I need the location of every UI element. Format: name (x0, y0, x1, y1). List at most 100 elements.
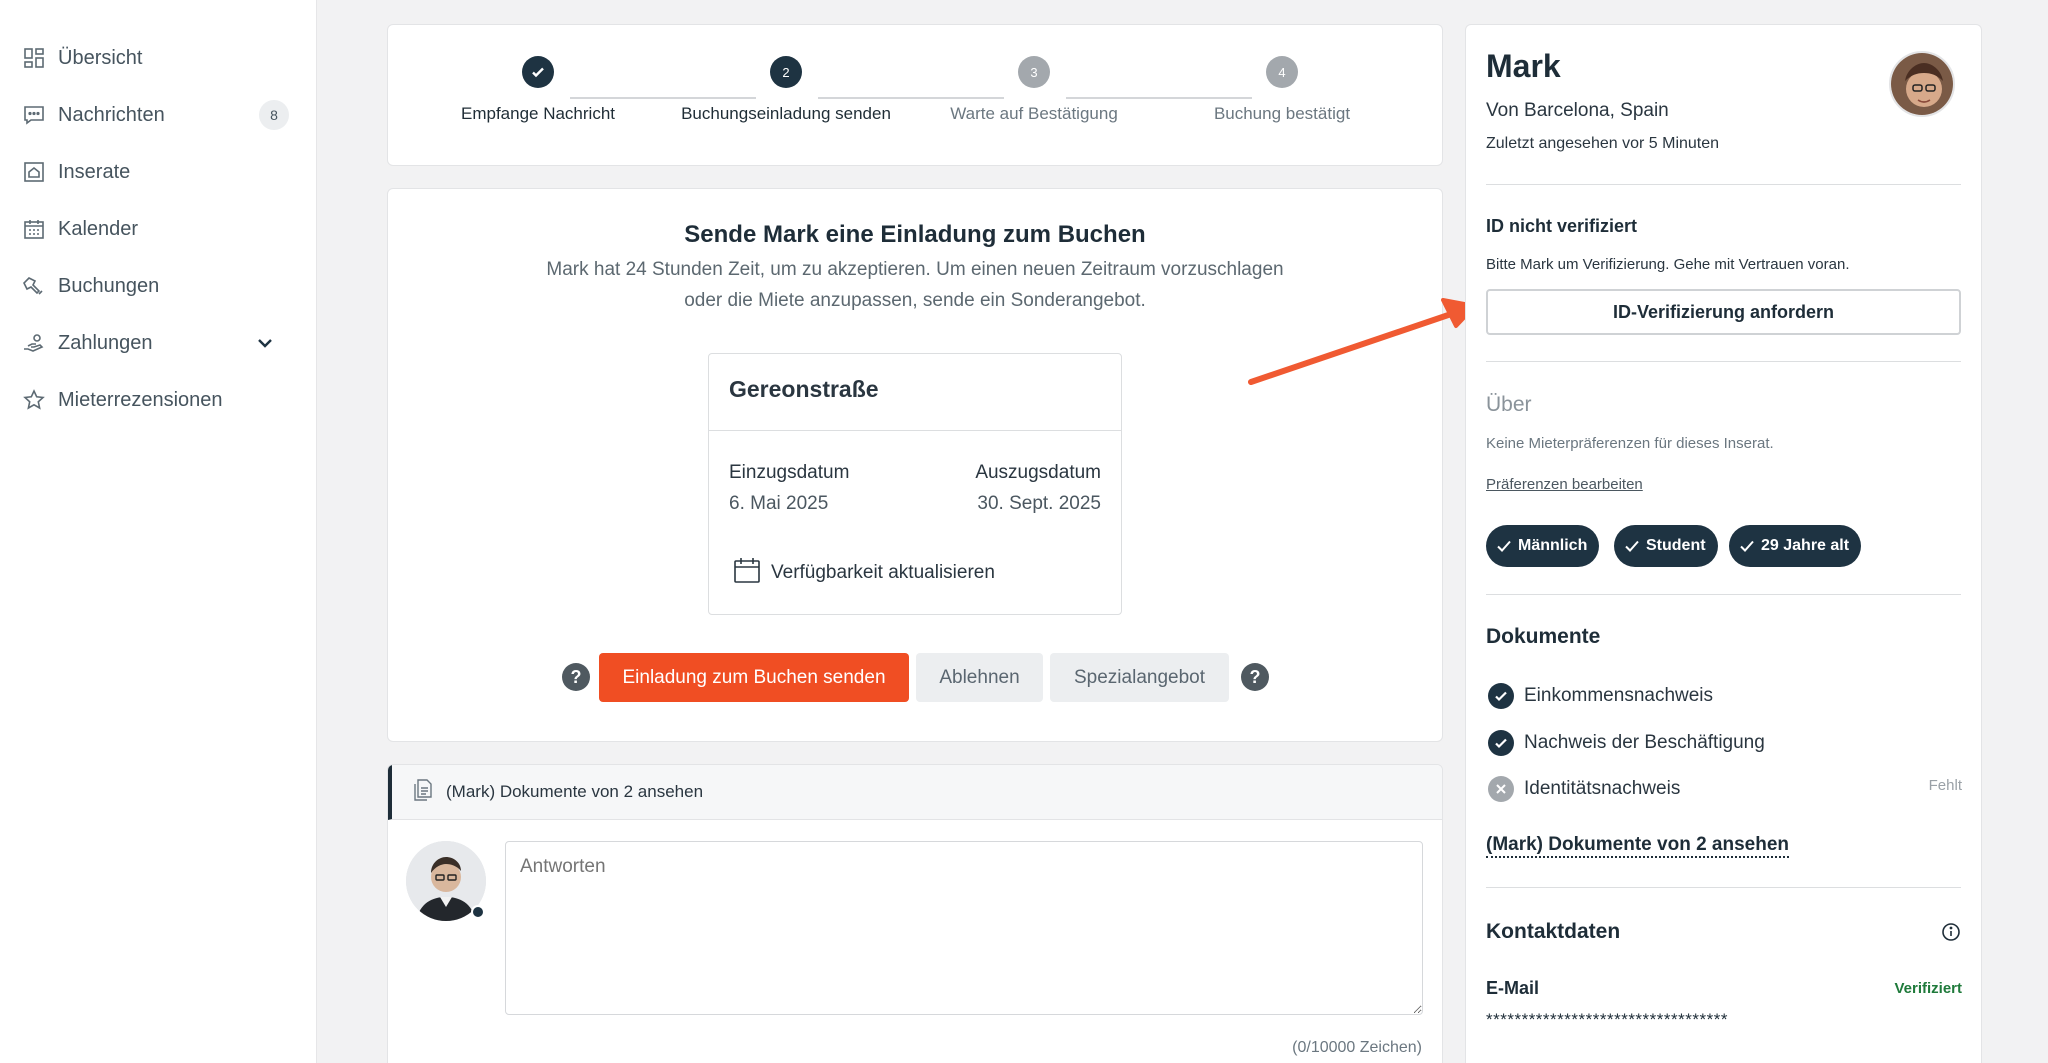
tag-gender: Männlich (1486, 525, 1600, 567)
calendar-icon (20, 215, 48, 243)
view-documents-link[interactable]: (Mark) Dokumente von 2 ansehen (1486, 834, 1790, 858)
document-label: Nachweis der Beschäftigung (1524, 732, 1765, 753)
property-box: Gereonstraße Einzugsdatum 6. Mai 2025 Au… (708, 353, 1122, 615)
last-seen: Zuletzt angesehen vor 5 Minuten (1486, 135, 1720, 152)
sidebar-item-overview[interactable]: Übersicht (20, 38, 297, 78)
sidebar-item-label: Übersicht (58, 46, 143, 69)
update-availability-link[interactable]: Verfügbarkeit aktualisieren (733, 556, 995, 589)
missing-status: Fehlt (1928, 777, 1962, 794)
step-label: Warte auf Bestätigung (950, 104, 1118, 123)
sidebar-item-calendar[interactable]: Kalender (20, 209, 297, 249)
star-icon (20, 386, 48, 414)
check-circle-icon (1488, 730, 1514, 756)
divider (1486, 184, 1961, 185)
sidebar-item-payments[interactable]: Zahlungen (20, 323, 297, 363)
sidebar-item-label: Buchungen (58, 274, 160, 297)
document-item: Einkommensnachweis (1488, 681, 1713, 711)
invite-title: Sende Mark eine Einladung zum Buchen (684, 221, 1146, 248)
annotation-arrow (1248, 298, 1477, 385)
document-icon (414, 778, 434, 806)
about-title: Über (1486, 393, 1532, 416)
moveout-date: 30. Sept. 2025 (977, 493, 1101, 514)
email-verified-status: Verifiziert (1894, 980, 1962, 997)
reply-input[interactable] (505, 841, 1423, 1015)
tenant-name: Mark (1486, 48, 1561, 84)
divider (709, 430, 1121, 431)
sidebar-item-label: Nachrichten (58, 103, 165, 126)
tag-age: 29 Jahre alt (1729, 525, 1862, 567)
reply-card: (Mark) Dokumente von 2 ansehen (0/10000 … (387, 764, 1443, 1063)
info-icon[interactable] (1941, 922, 1961, 947)
tenant-avatar (1889, 51, 1955, 117)
invite-description-line1: Mark hat 24 Stunden Zeit, um zu akzeptie… (546, 259, 1284, 280)
update-availability-label: Verfügbarkeit aktualisieren (771, 561, 995, 583)
sidebar-item-label: Inserate (58, 160, 131, 183)
divider (1486, 594, 1961, 595)
about-text: Keine Mieterpräferenzen für dieses Inser… (1486, 435, 1774, 452)
documents-title: Dokumente (1486, 625, 1601, 648)
moveout-label: Auszugsdatum (975, 462, 1101, 483)
movein-date: 6. Mai 2025 (729, 493, 829, 514)
calendar-icon (733, 556, 761, 589)
check-icon (1625, 540, 1639, 552)
sidebar-item-bookings[interactable]: Buchungen (20, 266, 297, 306)
view-documents-label: (Mark) Dokumente von 2 ansehen (446, 782, 704, 801)
sidebar: Übersicht Nachrichten 8 Inserate Kalende… (0, 0, 317, 1063)
payments-icon (20, 329, 48, 357)
divider (1486, 887, 1961, 888)
step-receive-message: Empfange Nachricht (418, 56, 658, 124)
tag-label: Männlich (1518, 537, 1588, 554)
document-label: Identitätsnachweis (1524, 778, 1681, 799)
sidebar-item-listings[interactable]: Inserate (20, 152, 297, 192)
step-number: 2 (770, 56, 802, 88)
listing-icon (20, 158, 48, 186)
chevron-down-icon[interactable] (253, 331, 277, 355)
sidebar-item-messages[interactable]: Nachrichten 8 (20, 95, 297, 135)
document-label: Einkommensnachweis (1524, 685, 1714, 706)
send-invite-button[interactable]: Einladung zum Buchen senden (599, 653, 909, 702)
step-label: Buchungseinladung senden (681, 104, 891, 123)
tenant-origin: Von Barcelona, Spain (1486, 100, 1669, 121)
sidebar-item-label: Mieterrezensionen (58, 388, 223, 411)
document-item: Nachweis der Beschäftigung (1488, 728, 1765, 758)
help-icon[interactable]: ? (1241, 663, 1269, 691)
sidebar-item-label: Zahlungen (58, 331, 153, 354)
unread-count-badge: 8 (259, 100, 289, 130)
decline-button[interactable]: Ablehnen (916, 653, 1043, 702)
dashboard-icon (20, 44, 48, 72)
step-booking-confirmed: 4 Buchung bestätigt (1162, 56, 1402, 124)
step-await-confirmation: 3 Warte auf Bestätigung (914, 56, 1154, 124)
check-icon (522, 56, 554, 88)
booking-invite-card: Sende Mark eine Einladung zum Buchen Mar… (387, 188, 1443, 742)
tag-occupation: Student (1614, 525, 1718, 567)
step-number: 3 (1018, 56, 1050, 88)
check-icon (1740, 540, 1754, 552)
special-offer-button[interactable]: Spezialangebot (1050, 653, 1229, 702)
movein-label: Einzugsdatum (729, 462, 850, 483)
message-icon (20, 101, 48, 129)
view-documents-banner[interactable]: (Mark) Dokumente von 2 ansehen (388, 765, 1442, 820)
property-name: Gereonstraße (729, 376, 879, 402)
id-status-title: ID nicht verifiziert (1486, 216, 1638, 236)
tag-label: Student (1646, 537, 1706, 554)
bookings-icon (20, 272, 48, 300)
sidebar-item-label: Kalender (58, 217, 139, 240)
x-circle-icon (1488, 776, 1514, 802)
check-circle-icon (1488, 683, 1514, 709)
edit-preferences-link[interactable]: Präferenzen bearbeiten (1486, 476, 1643, 493)
character-count: (0/10000 Zeichen) (1292, 1039, 1422, 1056)
step-number: 4 (1266, 56, 1298, 88)
check-icon (1497, 540, 1511, 552)
help-icon[interactable]: ? (562, 663, 590, 691)
email-label: E-Mail (1486, 978, 1540, 998)
tag-label: 29 Jahre alt (1761, 537, 1850, 554)
contact-title: Kontaktdaten (1486, 920, 1621, 943)
id-status-text: Bitte Mark um Verifizierung. Gehe mit Ve… (1486, 256, 1850, 273)
step-send-invite: 2 Buchungseinladung senden (666, 56, 906, 124)
step-label: Buchung bestätigt (1213, 104, 1351, 123)
step-label: Empfange Nachricht (460, 104, 616, 123)
online-status-dot (471, 905, 485, 919)
request-id-verification-button[interactable]: ID-Verifizierung anfordern (1486, 289, 1961, 335)
divider (1486, 361, 1961, 362)
sidebar-item-tenant-reviews[interactable]: Mieterrezensionen (20, 380, 297, 420)
